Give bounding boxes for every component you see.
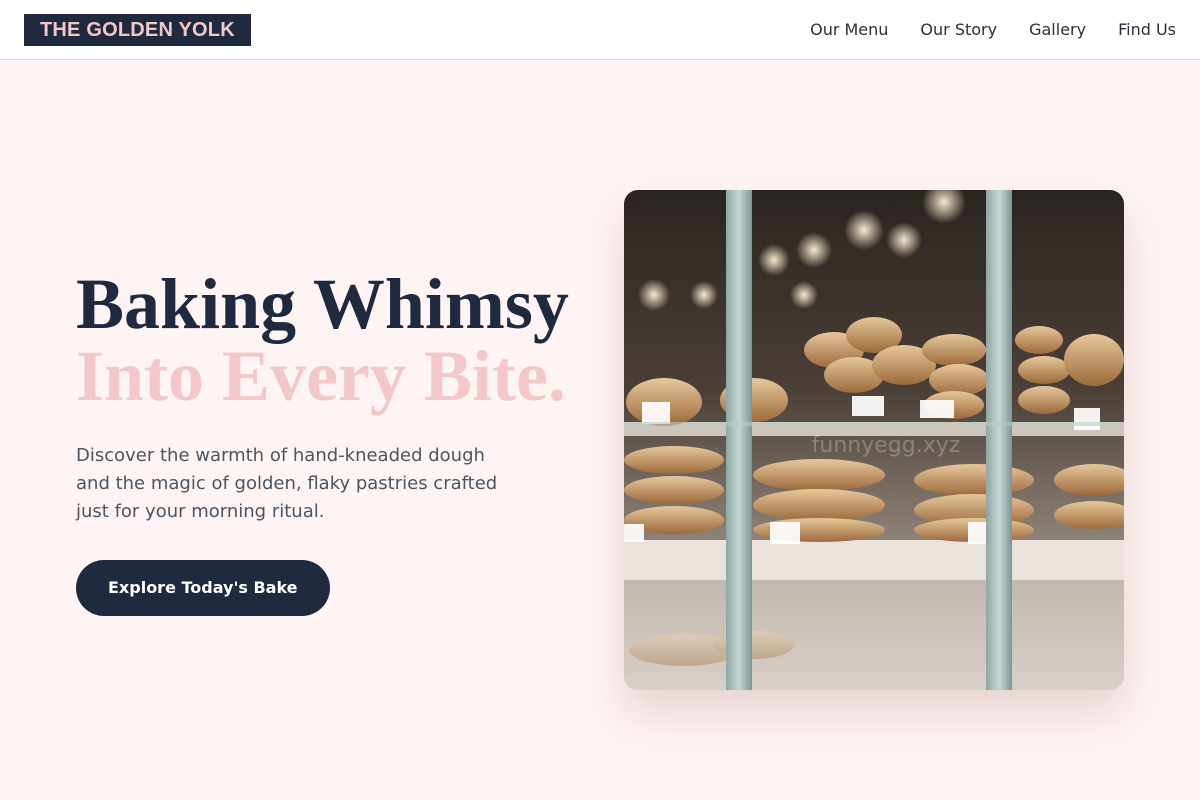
nav-item-our-menu[interactable]: Our Menu <box>810 20 888 39</box>
nav-item-our-story[interactable]: Our Story <box>920 20 997 39</box>
brand-logo[interactable]: THE GOLDEN YOLK <box>24 13 251 46</box>
explore-bake-button[interactable]: Explore Today's Bake <box>76 560 330 616</box>
hero-description: Discover the warmth of hand-kneaded doug… <box>76 445 498 522</box>
hero-image: funnyegg.xyz <box>624 190 1124 690</box>
watermark-text: funnyegg.xyz <box>812 433 961 458</box>
hero-text: Baking Whimsy Into Every Bite. Discover … <box>76 268 596 616</box>
nav-item-gallery[interactable]: Gallery <box>1029 20 1086 39</box>
bakery-display-illustration: funnyegg.xyz <box>624 190 1124 690</box>
hero-title-line1: Baking Whimsy <box>76 264 569 344</box>
hero-title-line2: Into Every Bite. <box>76 336 566 416</box>
nav-item-find-us[interactable]: Find Us <box>1118 20 1176 39</box>
navbar: THE GOLDEN YOLK Our Menu Our Story Galle… <box>0 0 1200 60</box>
nav-links: Our Menu Our Story Gallery Find Us <box>810 20 1176 39</box>
